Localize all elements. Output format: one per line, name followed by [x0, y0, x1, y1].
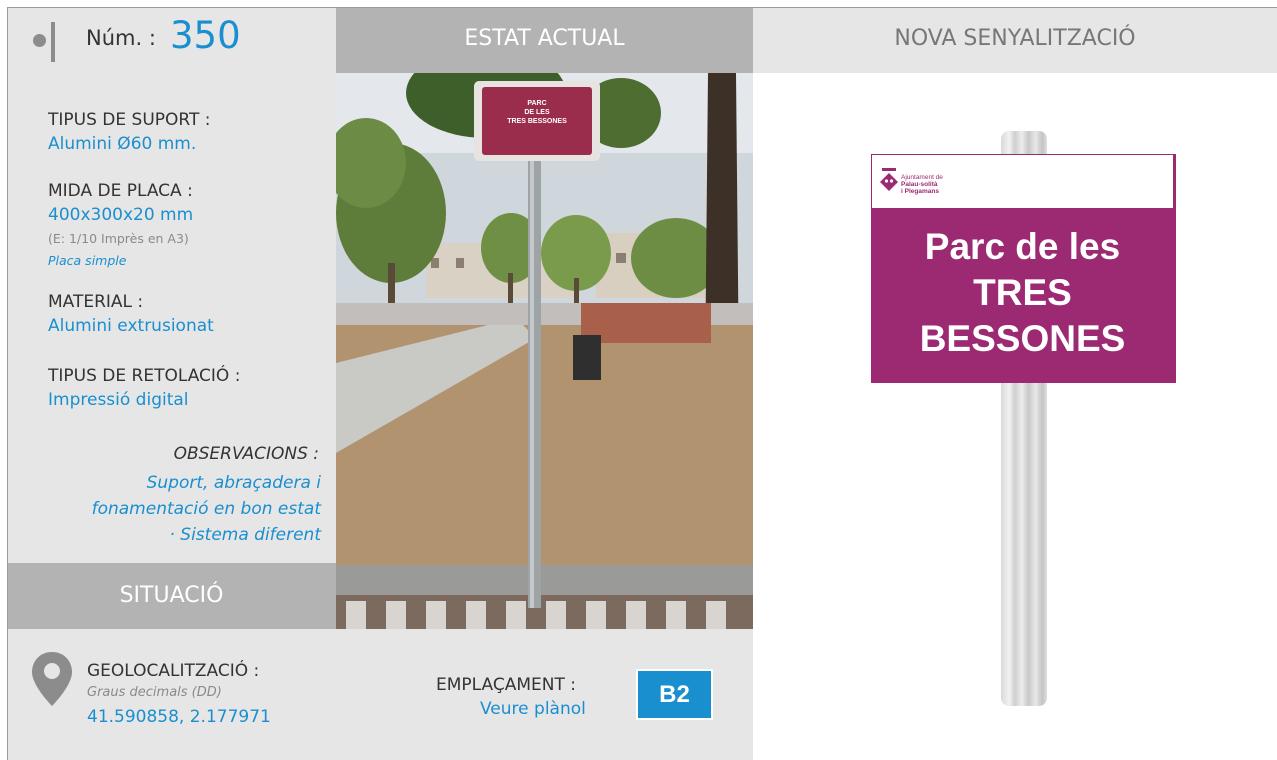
- suport-value: Alumini Ø60 mm.: [48, 134, 197, 154]
- observacions-text: Suport, abraçadera i fonamentació en bon…: [0, 470, 321, 548]
- logo-line: Ajuntament de: [901, 174, 943, 181]
- estat-actual-title: ESTAT ACTUAL: [464, 26, 625, 51]
- observacions-line: Suport, abraçadera i: [146, 473, 321, 493]
- park-photo-illustration: [336, 73, 753, 629]
- mida-type: Placa simple: [48, 253, 127, 268]
- nova-senyalitzacio-title: NOVA SENYALITZACIÓ: [894, 26, 1136, 51]
- material-label: MATERIAL :: [48, 292, 144, 312]
- geo-label: GEOLOCALITZACIÓ :: [87, 661, 260, 681]
- mida-label: MIDA DE PLACA :: [48, 181, 193, 201]
- logo-line: i Plegamans: [901, 188, 939, 195]
- photo-sign-text: PARC DE LES TRES BESSONES: [482, 99, 592, 126]
- sign-line: BESSONES: [919, 318, 1126, 359]
- suport-label: TIPUS DE SUPORT :: [48, 110, 211, 130]
- material-value: Alumini extrusionat: [48, 316, 214, 336]
- town-emblem-icon: [880, 168, 898, 191]
- observacions-line: · Sistema diferent: [169, 525, 321, 545]
- veure-planol-link[interactable]: Veure plànol: [480, 699, 586, 719]
- emplacament-badge: B2: [638, 671, 711, 718]
- bullet-icon: [33, 34, 46, 47]
- bullet-bar: [51, 22, 55, 62]
- observacions-line: fonamentació en bon estat: [91, 499, 321, 519]
- sign-line: Parc de les: [924, 226, 1121, 267]
- estat-actual-photo: PARC DE LES TRES BESSONES: [336, 73, 753, 629]
- fitxa-senyal: Núm. : 350 ESTAT ACTUAL NOVA SENYALITZAC…: [0, 0, 1277, 760]
- retolacio-label: TIPUS DE RETOLACIÓ :: [48, 366, 241, 386]
- town-logo-text: Ajuntament de Palau-solità i Plegamans: [901, 174, 943, 195]
- retolacio-value: Impressió digital: [48, 390, 189, 410]
- geo-sub: Graus decimals (DD): [87, 685, 222, 700]
- geo-value: 41.590858, 2.177971: [87, 707, 271, 727]
- mida-scale: (E: 1/10 Imprès en A3): [48, 231, 189, 246]
- observacions-label: OBSERVACIONS :: [173, 444, 319, 464]
- situacio-title: SITUACIÓ: [119, 583, 224, 608]
- photo-sign-line: DE LES: [524, 109, 550, 116]
- mida-value: 400x300x20 mm: [48, 205, 194, 225]
- num-label: Núm. :: [86, 26, 156, 50]
- num-value: 350: [170, 14, 241, 57]
- map-pin-icon: [32, 652, 72, 706]
- new-sign-text: Parc de les TRES BESSONES: [872, 224, 1173, 362]
- logo-line: Palau-solità: [901, 181, 938, 188]
- photo-sign-line: PARC: [527, 100, 547, 107]
- emplacament-label: EMPLAÇAMENT :: [436, 675, 576, 695]
- photo-sign-line: TRES BESSONES: [507, 118, 567, 125]
- sign-line: TRES: [973, 272, 1072, 313]
